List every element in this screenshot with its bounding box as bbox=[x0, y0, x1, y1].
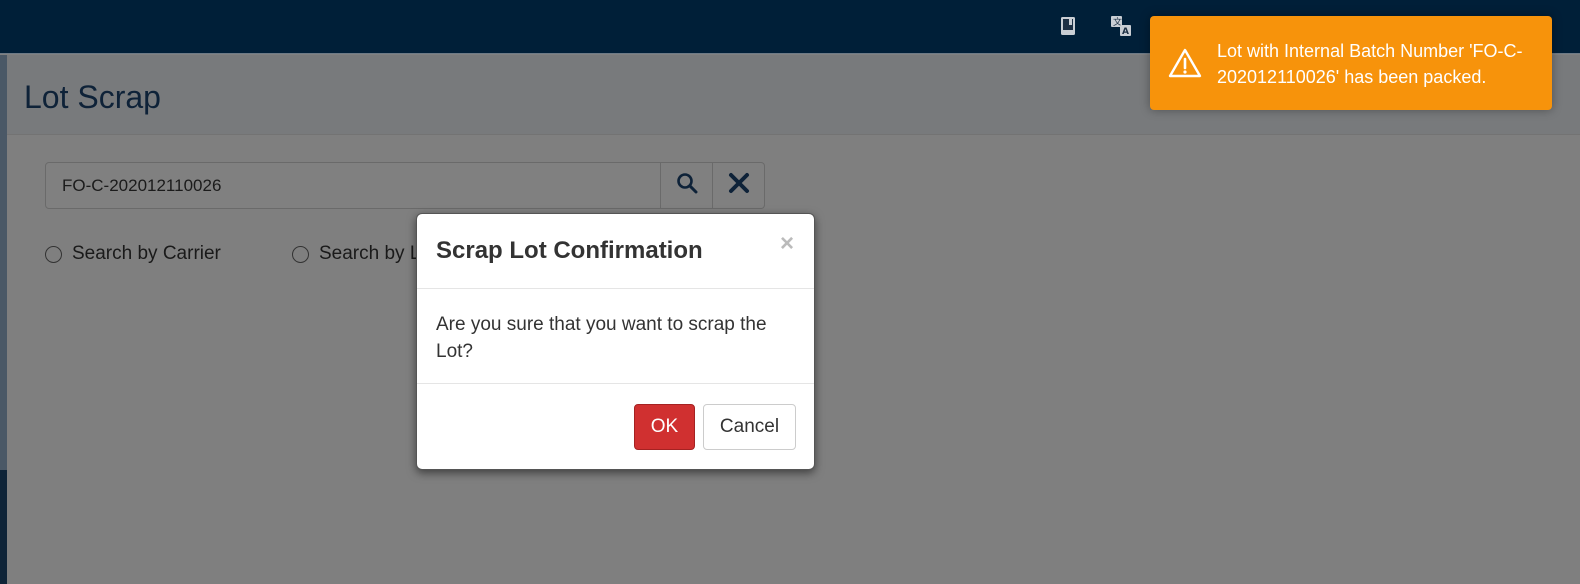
search-group bbox=[45, 162, 765, 209]
search-icon bbox=[676, 172, 698, 199]
translate-icon[interactable]: 文 A bbox=[1109, 14, 1133, 38]
search-by-carrier-option[interactable]: Search by Carrier bbox=[45, 243, 221, 265]
warning-toast[interactable]: Lot with Internal Batch Number 'FO-C-202… bbox=[1150, 16, 1552, 110]
warning-icon bbox=[1168, 48, 1202, 78]
modal-body: Are you sure that you want to scrap the … bbox=[417, 289, 814, 384]
modal-footer: OK Cancel bbox=[417, 384, 814, 470]
lot-radio-label: Search by L bbox=[319, 243, 421, 264]
modal-title: Scrap Lot Confirmation bbox=[436, 237, 703, 264]
carrier-radio-label: Search by Carrier bbox=[72, 243, 221, 264]
modal-header: Scrap Lot Confirmation × bbox=[417, 214, 814, 289]
lot-radio[interactable] bbox=[292, 245, 309, 263]
carrier-radio[interactable] bbox=[45, 245, 62, 263]
ok-button[interactable]: OK bbox=[634, 404, 695, 450]
search-button[interactable] bbox=[661, 162, 713, 209]
sidebar-strip-upper bbox=[0, 55, 7, 470]
search-by-lot-option[interactable]: Search by L bbox=[292, 243, 420, 265]
close-icon bbox=[728, 172, 750, 199]
book-icon[interactable] bbox=[1056, 14, 1080, 38]
lot-search-input[interactable] bbox=[45, 162, 661, 209]
clear-search-button[interactable] bbox=[713, 162, 765, 209]
page-title: Lot Scrap bbox=[24, 79, 161, 115]
scrap-lot-confirmation-modal: Scrap Lot Confirmation × Are you sure th… bbox=[416, 213, 815, 470]
toast-message: Lot with Internal Batch Number 'FO-C-202… bbox=[1217, 41, 1523, 87]
svg-text:A: A bbox=[1122, 27, 1129, 37]
cancel-button[interactable]: Cancel bbox=[703, 404, 796, 450]
modal-close-button[interactable]: × bbox=[780, 232, 794, 256]
left-sidebar-strip bbox=[0, 55, 7, 584]
